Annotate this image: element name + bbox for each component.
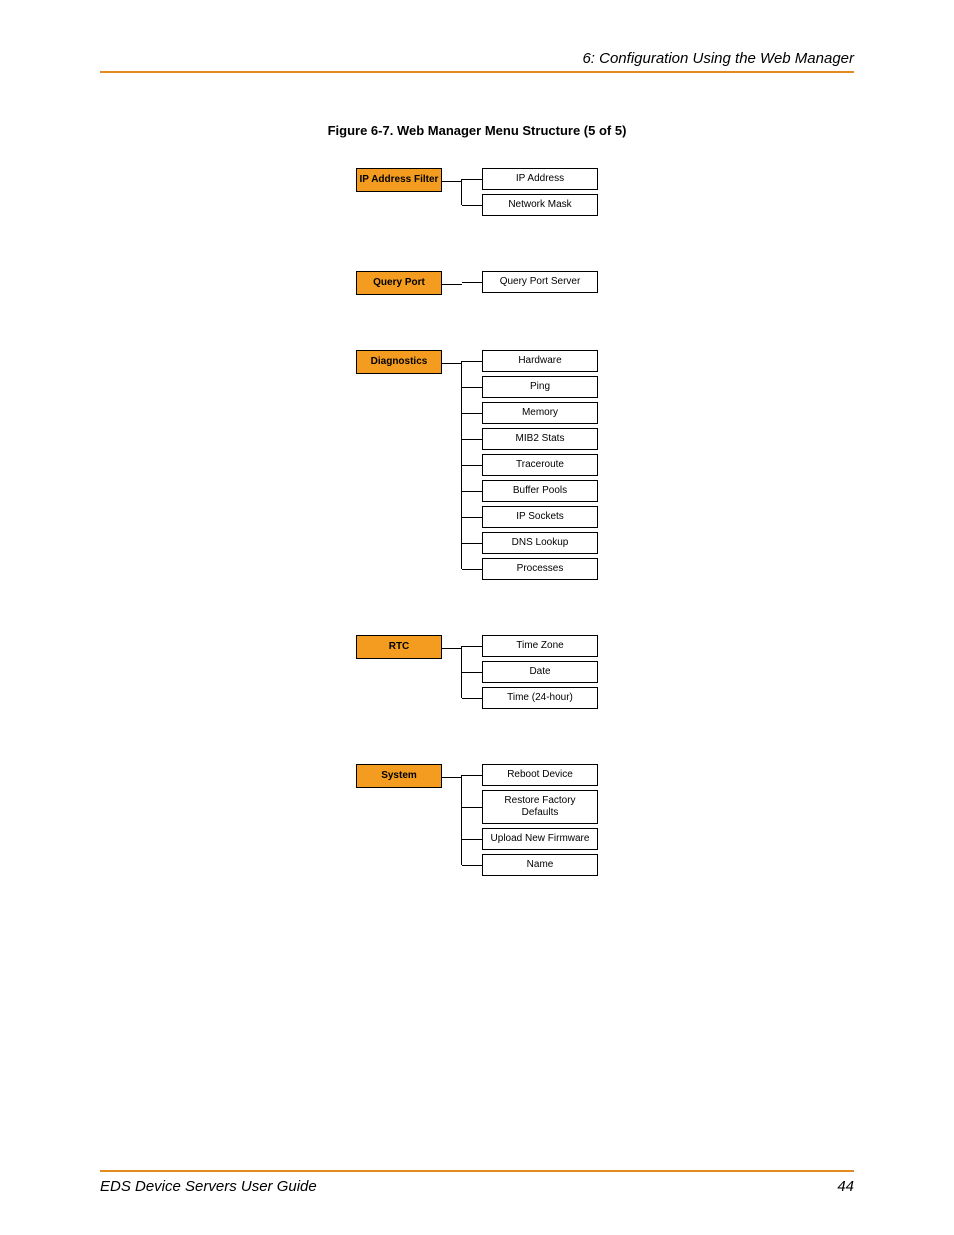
menu-child-box: Reboot Device xyxy=(482,764,598,786)
children-wrap: Query Port Server xyxy=(462,271,598,293)
menu-child-box: IP Sockets xyxy=(482,506,598,528)
children-wrap: Time Zone Date Time (24-hour) xyxy=(462,635,598,709)
menu-child-box: Ping xyxy=(482,376,598,398)
menu-child-box: IP Address xyxy=(482,168,598,190)
menu-child-box: Buffer Pools xyxy=(482,480,598,502)
menu-child-box: DNS Lookup xyxy=(482,532,598,554)
menu-group: Query Port Query Port Server xyxy=(356,271,598,295)
child-connector xyxy=(462,465,482,466)
child-row: Restore Factory Defaults xyxy=(482,790,598,824)
menu-group: System Reboot Device Restore Factory Defau… xyxy=(356,764,598,876)
child-connector xyxy=(462,491,482,492)
child-row: Name xyxy=(482,854,598,876)
child-connector xyxy=(462,205,482,206)
children-wrap: IP Address Network Mask xyxy=(462,168,598,216)
child-row: MIB2 Stats xyxy=(482,428,598,450)
menu-child-box: Network Mask xyxy=(482,194,598,216)
child-row: Traceroute xyxy=(482,454,598,476)
child-row: IP Sockets xyxy=(482,506,598,528)
child-connector xyxy=(462,698,482,699)
menu-parent-box: Query Port xyxy=(356,271,442,295)
connector-line xyxy=(442,284,462,285)
child-row: Time Zone xyxy=(482,635,598,657)
child-connector xyxy=(462,179,482,180)
connector-line xyxy=(442,181,462,182)
menu-child-box: Date xyxy=(482,661,598,683)
child-connector xyxy=(462,517,482,518)
child-connector xyxy=(462,646,482,647)
figure-caption: Figure 6-7. Web Manager Menu Structure (… xyxy=(100,123,854,138)
menu-group: RTC Time Zone Date Time (24-hour) xyxy=(356,635,598,709)
menu-child-box: Upload New Firmware xyxy=(482,828,598,850)
vertical-connector xyxy=(461,179,462,205)
child-connector xyxy=(462,439,482,440)
menu-child-box: Time (24-hour) xyxy=(482,687,598,709)
child-row: DNS Lookup xyxy=(482,532,598,554)
menu-child-box: Traceroute xyxy=(482,454,598,476)
connector-line xyxy=(442,648,462,649)
vertical-connector xyxy=(461,775,462,865)
children-wrap: Reboot Device Restore Factory Defaults Upl… xyxy=(462,764,598,876)
children-column: Reboot Device Restore Factory Defaults Upl… xyxy=(482,764,598,876)
child-connector xyxy=(462,387,482,388)
children-column: Query Port Server xyxy=(482,271,598,293)
child-row: Ping xyxy=(482,376,598,398)
child-row: Memory xyxy=(482,402,598,424)
children-column: IP Address Network Mask xyxy=(482,168,598,216)
menu-parent-box: RTC xyxy=(356,635,442,659)
child-connector xyxy=(462,413,482,414)
children-column: Time Zone Date Time (24-hour) xyxy=(482,635,598,709)
children-column: Hardware Ping Memory MIB2 Stats Traceroute Bu… xyxy=(482,350,598,580)
child-connector xyxy=(462,807,482,808)
chapter-title: 6: Configuration Using the Web Manager xyxy=(100,50,854,67)
menu-child-box: Memory xyxy=(482,402,598,424)
child-connector xyxy=(462,569,482,570)
diagram-area: IP Address Filter IP Address Network Mask Q… xyxy=(100,168,854,931)
menu-child-box: MIB2 Stats xyxy=(482,428,598,450)
child-row: Buffer Pools xyxy=(482,480,598,502)
connector-line xyxy=(442,363,462,364)
footer-page-number: 44 xyxy=(837,1178,854,1195)
child-row: Upload New Firmware xyxy=(482,828,598,850)
menu-child-box: Restore Factory Defaults xyxy=(482,790,598,824)
connector-line xyxy=(442,777,462,778)
menu-group: IP Address Filter IP Address Network Mask xyxy=(356,168,598,216)
child-row: Network Mask xyxy=(482,194,598,216)
child-row: Reboot Device xyxy=(482,764,598,786)
child-connector xyxy=(462,865,482,866)
child-row: IP Address xyxy=(482,168,598,190)
menu-child-box: Hardware xyxy=(482,350,598,372)
menu-child-box: Time Zone xyxy=(482,635,598,657)
menu-parent-box: Diagnostics xyxy=(356,350,442,374)
footer-guide-title: EDS Device Servers User Guide xyxy=(100,1178,317,1195)
child-row: Query Port Server xyxy=(482,271,598,293)
child-connector xyxy=(462,282,482,283)
children-wrap: Hardware Ping Memory MIB2 Stats Traceroute Bu… xyxy=(462,350,598,580)
menu-parent-box: IP Address Filter xyxy=(356,168,442,192)
child-row: Hardware xyxy=(482,350,598,372)
child-connector xyxy=(462,839,482,840)
child-row: Processes xyxy=(482,558,598,580)
menu-child-box: Query Port Server xyxy=(482,271,598,293)
child-connector xyxy=(462,361,482,362)
child-row: Time (24-hour) xyxy=(482,687,598,709)
menu-group: Diagnostics Hardware Ping Memory MIB2 Stats T… xyxy=(356,350,598,580)
menu-child-box: Name xyxy=(482,854,598,876)
page-footer: EDS Device Servers User Guide 44 xyxy=(100,1170,854,1195)
child-row: Date xyxy=(482,661,598,683)
menu-child-box: Processes xyxy=(482,558,598,580)
child-connector xyxy=(462,775,482,776)
child-connector xyxy=(462,672,482,673)
child-connector xyxy=(462,543,482,544)
menu-parent-box: System xyxy=(356,764,442,788)
